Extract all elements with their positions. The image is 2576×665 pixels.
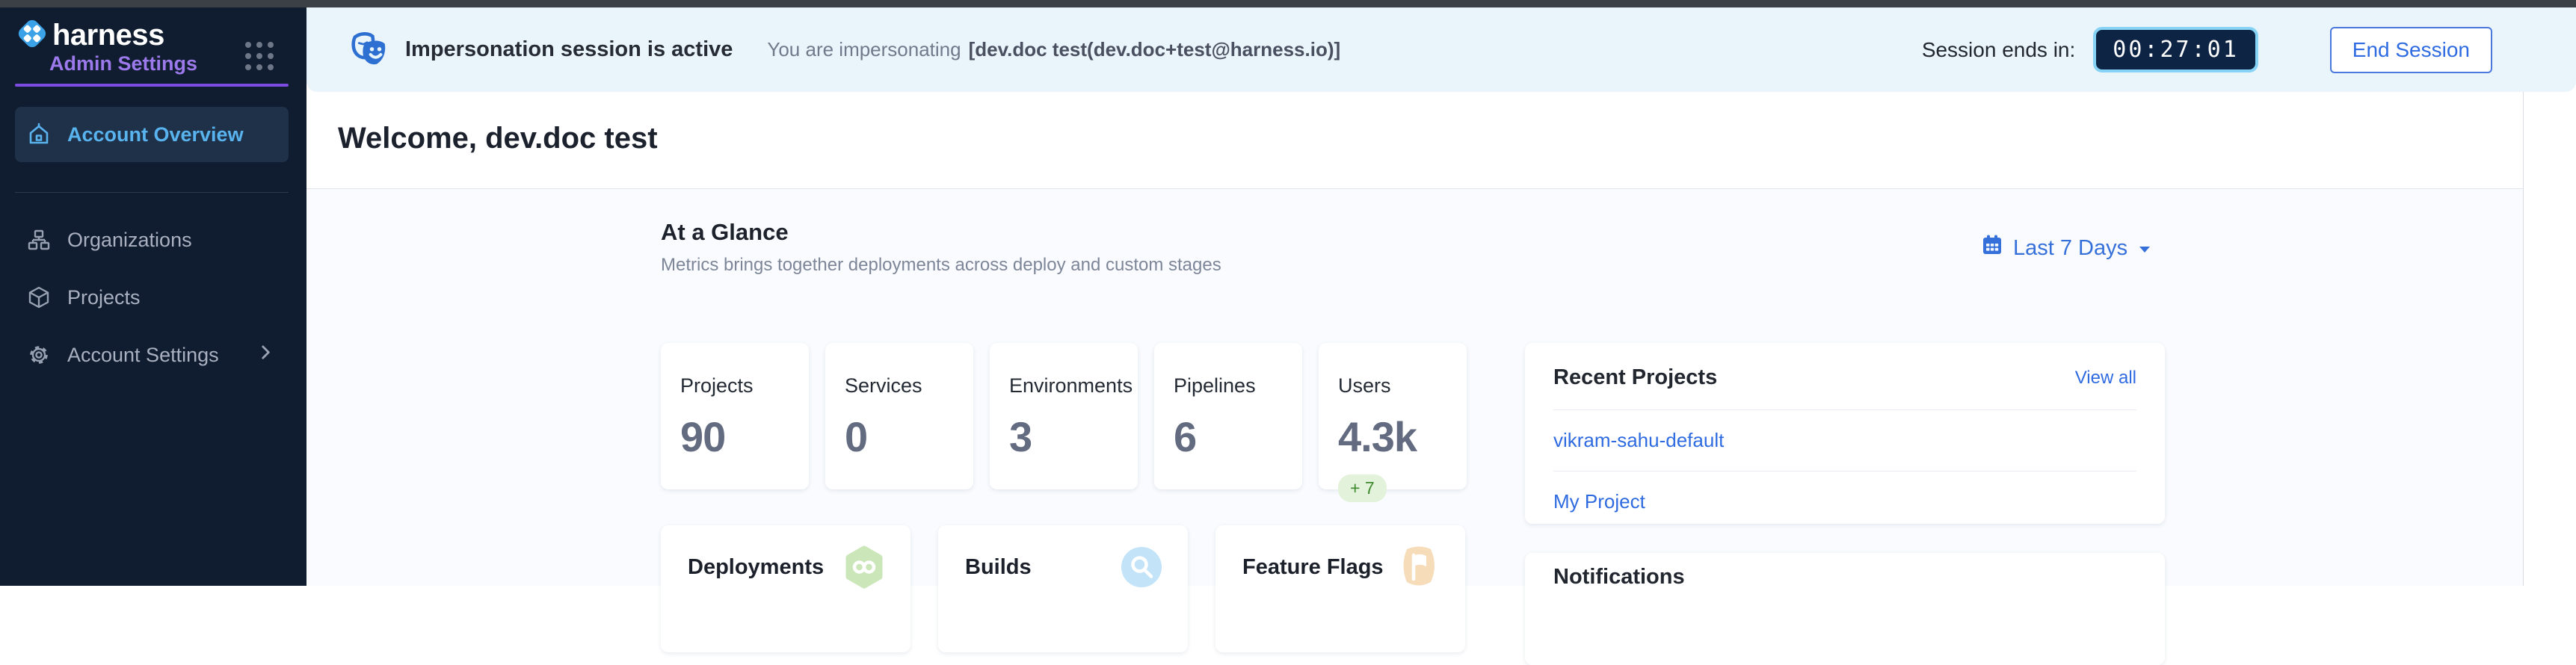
- stat-value: 90: [680, 412, 789, 461]
- theater-masks-icon: [347, 26, 390, 73]
- gear-icon: [27, 343, 51, 367]
- stat-value: 0: [845, 412, 954, 461]
- stat-label: Services: [845, 374, 954, 398]
- at-a-glance-title: At a Glance: [661, 219, 789, 246]
- session-ends-label: Session ends in:: [1922, 38, 2075, 62]
- chevron-right-icon: [256, 343, 275, 368]
- harness-logo: harness: [15, 16, 164, 55]
- sidebar-item-label: Account Overview: [67, 123, 244, 146]
- module-title: Deployments: [688, 555, 824, 580]
- stat-label: Projects: [680, 374, 789, 398]
- banner-subtitle-prefix: You are impersonating: [767, 38, 961, 61]
- logo-text: harness: [52, 19, 164, 52]
- harness-logo-icon: [15, 16, 49, 55]
- notifications-title: Notifications: [1553, 565, 2136, 590]
- calendar-icon: [1981, 234, 2003, 262]
- page-title: Welcome, dev.doc test: [338, 122, 658, 155]
- module-card-deployments[interactable]: Deployments: [661, 525, 910, 652]
- time-range-selector[interactable]: Last 7 Days: [1981, 234, 2152, 262]
- session-countdown-timer: 00:27:01: [2093, 27, 2258, 72]
- end-session-button[interactable]: End Session: [2330, 27, 2492, 73]
- app-grid-icon[interactable]: [245, 42, 274, 70]
- home-icon: [27, 123, 51, 146]
- stat-card-services[interactable]: Services 0: [825, 343, 973, 489]
- sidebar-item-account-overview[interactable]: Account Overview: [15, 107, 289, 162]
- flag-icon: [1395, 543, 1443, 595]
- modules-row: Deployments Builds: [661, 525, 1465, 652]
- stat-label: Pipelines: [1174, 374, 1283, 398]
- stat-label: Users: [1338, 374, 1447, 398]
- module-card-feature-flags[interactable]: Feature Flags: [1215, 525, 1465, 652]
- view-all-link[interactable]: View all: [2075, 368, 2136, 389]
- module-title: Feature Flags: [1242, 555, 1384, 580]
- stat-card-environments[interactable]: Environments 3: [990, 343, 1138, 489]
- stat-card-users[interactable]: Users 4.3k + 7: [1319, 343, 1467, 489]
- stats-row: Projects 90 Services 0 Environments 3 Pi…: [661, 343, 1467, 489]
- sidebar-item-projects[interactable]: Projects: [15, 271, 289, 324]
- recent-projects-title: Recent Projects: [1553, 365, 1717, 390]
- sidebar-subtitle: Admin Settings: [49, 52, 197, 75]
- chevron-down-icon: [2137, 236, 2152, 261]
- stat-value: 6: [1174, 412, 1283, 461]
- sidebar-accent-divider: [15, 84, 289, 87]
- banner-subtitle: You are impersonating [dev.doc test(dev.d…: [767, 38, 1340, 61]
- organizations-icon: [27, 228, 51, 252]
- main-content: At a Glance Metrics brings together depl…: [306, 189, 2523, 586]
- cube-icon: [27, 285, 51, 309]
- at-a-glance-subtitle: Metrics brings together deployments acro…: [661, 255, 1221, 276]
- module-card-builds[interactable]: Builds: [938, 525, 1188, 652]
- impersonated-user: [dev.doc test(dev.doc+test@harness.io)]: [969, 38, 1341, 61]
- banner-title: Impersonation session is active: [405, 37, 733, 62]
- stat-card-pipelines[interactable]: Pipelines 6: [1154, 343, 1302, 489]
- sidebar-divider: [15, 192, 289, 193]
- sidebar-item-label: Account Settings: [67, 344, 219, 367]
- stat-label: Environments: [1009, 374, 1118, 398]
- sidebar-item-label: Projects: [67, 286, 141, 309]
- recent-projects-panel: Recent Projects View all vikram-sahu-def…: [1525, 343, 2165, 524]
- stat-card-projects[interactable]: Projects 90: [661, 343, 809, 489]
- page-header: Welcome, dev.doc test: [306, 92, 2523, 189]
- notifications-panel: Notifications: [1525, 553, 2165, 665]
- scrollbar-gutter[interactable]: [2523, 92, 2576, 586]
- module-title: Builds: [965, 555, 1032, 580]
- recent-project-link[interactable]: vikram-sahu-default: [1553, 410, 2136, 471]
- top-strip: [0, 0, 2576, 7]
- time-range-label: Last 7 Days: [2013, 236, 2127, 261]
- stat-value: 4.3k: [1338, 412, 1447, 461]
- sidebar: harness Admin Settings Account Overview …: [0, 7, 306, 586]
- sidebar-item-account-settings[interactable]: Account Settings: [15, 329, 289, 381]
- recent-project-link[interactable]: My Project: [1553, 471, 2136, 524]
- cd-infinity-icon: [840, 543, 888, 595]
- sidebar-item-organizations[interactable]: Organizations: [15, 214, 289, 266]
- impersonation-banner: Impersonation session is active You are …: [306, 7, 2576, 92]
- ci-magnifier-icon: [1118, 543, 1165, 595]
- users-delta-badge: + 7: [1338, 474, 1387, 502]
- sidebar-item-label: Organizations: [67, 229, 192, 252]
- stat-value: 3: [1009, 412, 1118, 461]
